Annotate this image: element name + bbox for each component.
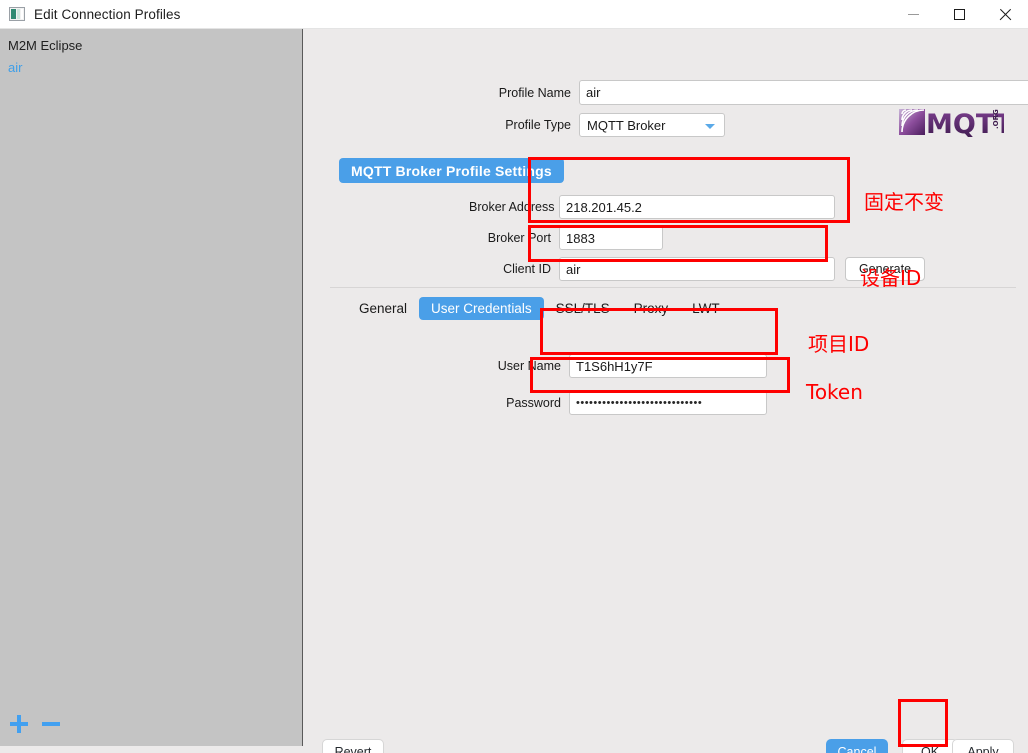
sidebar-footer [0, 702, 302, 746]
ok-button[interactable]: OK [902, 739, 958, 753]
tab-user-credentials[interactable]: User Credentials [419, 297, 544, 320]
revert-button[interactable]: Revert [322, 739, 384, 753]
broker-port-input[interactable] [559, 226, 663, 250]
user-name-label: User Name [497, 359, 561, 373]
maximize-icon [953, 9, 965, 20]
close-button[interactable] [982, 0, 1028, 29]
profile-type-row: Profile Type MQTT Broker [479, 113, 725, 137]
password-label: Password [506, 396, 561, 410]
password-input[interactable] [569, 391, 767, 415]
profile-name-input[interactable] [579, 80, 1028, 105]
broker-address-row: Broker Address [469, 195, 835, 219]
profile-editor-pane: Profile Name Profile Type MQTT Broker [310, 29, 1028, 753]
profile-type-value: MQTT Broker [587, 117, 666, 133]
minus-icon[interactable] [42, 715, 60, 733]
password-row: Password [479, 391, 767, 415]
generate-client-id-button[interactable]: Generate [845, 257, 925, 281]
app-icon [9, 7, 25, 21]
window-controls [890, 0, 1028, 29]
title-bar: Edit Connection Profiles [0, 0, 1028, 29]
chevron-down-icon [705, 124, 715, 129]
sidebar-item-air[interactable]: air [6, 57, 302, 79]
plus-icon[interactable] [10, 715, 28, 733]
profiles-list: M2M Eclipse air [0, 29, 302, 79]
broker-port-label: Broker Port [487, 231, 551, 245]
user-name-row: User Name [479, 354, 767, 378]
window-title: Edit Connection Profiles [34, 6, 181, 22]
broker-address-input[interactable] [559, 195, 835, 219]
profile-type-label: Profile Type [505, 118, 571, 132]
tab-ssl-tls[interactable]: SSL/TLS [544, 297, 622, 320]
tab-general[interactable]: General [347, 297, 419, 320]
settings-tabs: General User Credentials SSL/TLS Proxy L… [347, 297, 732, 320]
user-name-input[interactable] [569, 354, 767, 378]
apply-button[interactable]: Apply [952, 739, 1014, 753]
mqtt-logo: MQTT .ORG [899, 107, 1014, 140]
sidebar-group-m2m-eclipse[interactable]: M2M Eclipse [6, 35, 302, 57]
section-title-mqtt-broker-profile-settings: MQTT Broker Profile Settings [339, 158, 564, 183]
tab-lwt[interactable]: LWT [680, 297, 732, 320]
edit-connection-profiles-window: Edit Connection Profiles M2M Eclipse air… [0, 0, 1028, 753]
minimize-icon [907, 14, 919, 15]
profile-name-row: Profile Name [479, 80, 1028, 105]
client-id-row: Client ID Generate [469, 257, 925, 281]
cancel-button[interactable]: Cancel [826, 739, 888, 753]
client-id-label: Client ID [503, 262, 551, 276]
broker-port-row: Broker Port [469, 226, 663, 250]
profile-name-label: Profile Name [498, 85, 571, 100]
maximize-button[interactable] [936, 0, 982, 29]
client-id-input[interactable] [559, 257, 835, 281]
broker-address-label: Broker Address [469, 200, 555, 214]
tab-proxy[interactable]: Proxy [622, 297, 681, 320]
section-divider [330, 287, 1016, 288]
close-icon [999, 8, 1012, 21]
profiles-sidebar: M2M Eclipse air [0, 29, 303, 746]
minimize-button[interactable] [890, 0, 936, 29]
profile-type-select[interactable]: MQTT Broker [579, 113, 725, 137]
svg-text:.ORG: .ORG [992, 109, 1000, 129]
